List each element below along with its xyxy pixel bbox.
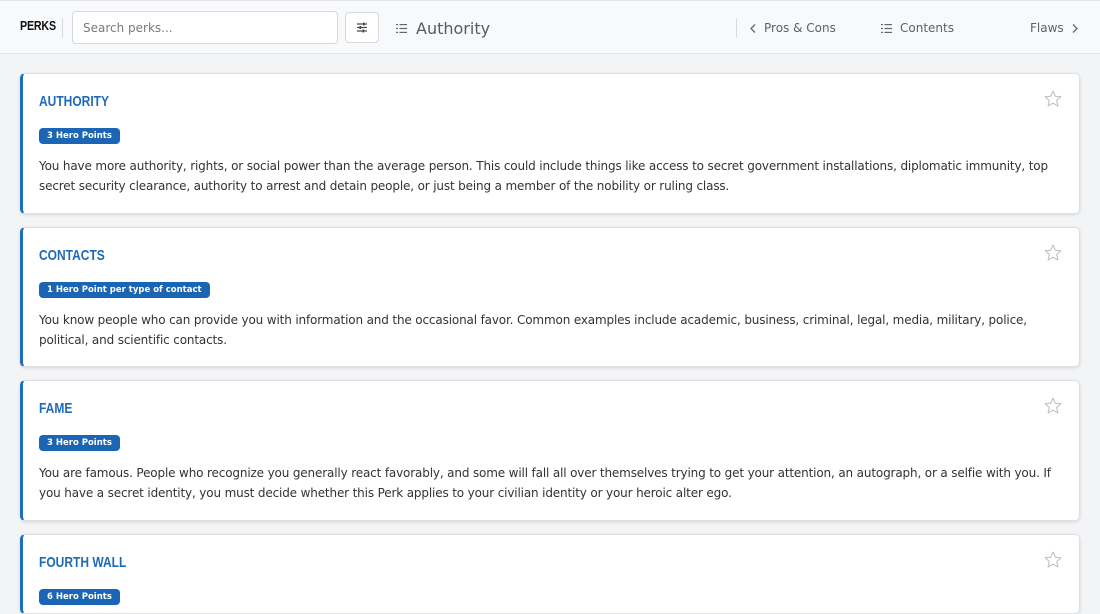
chevron-right-icon — [1072, 23, 1078, 33]
page-title: Authority — [396, 16, 490, 40]
star-favorite-icon[interactable] — [1043, 89, 1063, 109]
perk-card: CONTACTS 1 Hero Point per type of contac… — [20, 227, 1080, 367]
perk-card: AUTHORITY 3 Hero Points You have more au… — [20, 73, 1080, 214]
star-favorite-icon[interactable] — [1043, 396, 1063, 416]
perk-title: FAME — [39, 400, 73, 417]
perk-title: AUTHORITY — [39, 93, 109, 110]
perk-title: CONTACTS — [39, 247, 105, 264]
perk-title: FOURTH WALL — [39, 554, 127, 571]
list-icon — [881, 23, 892, 33]
chevron-left-icon — [750, 23, 756, 33]
perk-card: FOURTH WALL 6 Hero Points — [20, 534, 1080, 614]
app-brand[interactable]: PERKS — [20, 18, 56, 33]
divider — [736, 18, 737, 38]
previous-page-link[interactable]: Pros & Cons — [750, 18, 836, 38]
search-input[interactable] — [72, 11, 338, 44]
divider — [62, 18, 63, 38]
cost-badge: 6 Hero Points — [39, 589, 120, 605]
cost-badge: 3 Hero Points — [39, 435, 120, 451]
perk-card: FAME 3 Hero Points You are famous. Peopl… — [20, 380, 1080, 521]
cost-badge: 3 Hero Points — [39, 128, 120, 144]
sliders-icon — [357, 22, 367, 33]
contents-link[interactable]: Contents — [881, 18, 954, 38]
filter-button[interactable] — [345, 12, 379, 43]
perk-description: You are famous. People who recognize you… — [39, 466, 1051, 500]
next-page-link[interactable]: Flaws — [1030, 18, 1078, 38]
next-page-label: Flaws — [1030, 21, 1064, 35]
cost-badge: 1 Hero Point per type of contact — [39, 282, 210, 298]
top-navigation-bar: PERKS Authority — [0, 0, 1100, 54]
star-favorite-icon[interactable] — [1043, 243, 1063, 263]
contents-label: Contents — [900, 21, 954, 35]
perk-list: AUTHORITY 3 Hero Points You have more au… — [0, 54, 1100, 614]
previous-page-label: Pros & Cons — [764, 21, 836, 35]
list-icon — [396, 23, 407, 33]
page-title-text: Authority — [416, 18, 491, 38]
perk-description: You know people who can provide you with… — [39, 313, 1027, 347]
perk-description: You have more authority, rights, or soci… — [39, 159, 1048, 193]
star-favorite-icon[interactable] — [1043, 550, 1063, 570]
